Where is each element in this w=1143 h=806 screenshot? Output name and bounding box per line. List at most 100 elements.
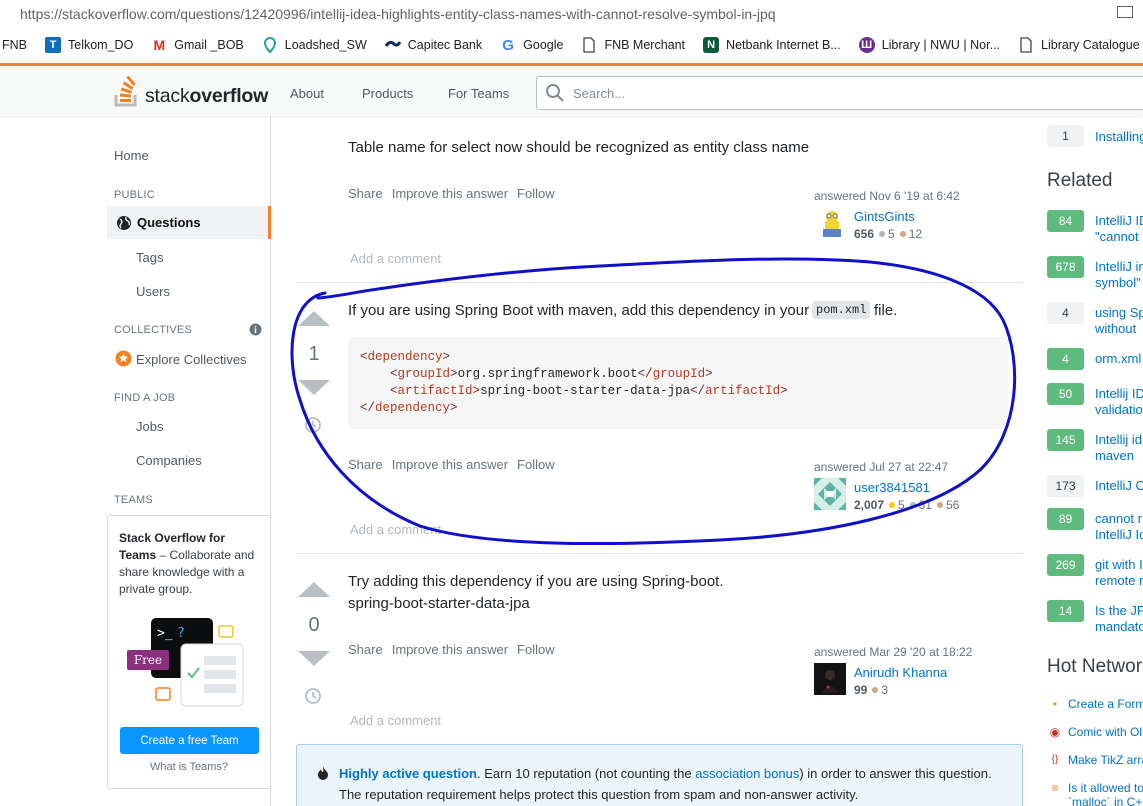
nav-about[interactable]: About (290, 86, 324, 101)
bookmark-netbank[interactable]: N Netbank Internet B... (703, 37, 841, 53)
upvote-button[interactable] (298, 582, 330, 597)
history-icon[interactable] (304, 687, 322, 705)
search-input[interactable]: Search... (536, 76, 1143, 110)
user-reputation: 2,007 5 31 56 (854, 498, 960, 512)
downvote-button[interactable] (298, 380, 330, 395)
nav-products[interactable]: Products (362, 86, 413, 101)
related-question-link[interactable]: using Sp without (1095, 305, 1143, 337)
related-question-link[interactable]: git with Iremote r (1095, 557, 1143, 589)
stack-logo-icon (114, 76, 137, 107)
sidebar-heading-collectives: COLLECTIVES (114, 324, 193, 336)
hot-question-link[interactable]: Comic with Ol (1068, 725, 1142, 739)
share-link[interactable]: Share (348, 186, 383, 201)
bookmark-gmail[interactable]: M Gmail _BOB (151, 37, 243, 53)
improve-answer-link[interactable]: Improve this answer (392, 186, 508, 201)
upvote-button[interactable] (298, 311, 330, 326)
related-score: 269 (1047, 554, 1084, 576)
related-question-link[interactable]: Intellij id maven (1095, 432, 1142, 464)
hot-question-link[interactable]: Make TikZ arra (1068, 753, 1143, 767)
follow-link[interactable]: Follow (517, 186, 555, 201)
url-text[interactable]: https://stackoverflow.com/questions/1242… (20, 6, 776, 22)
sidebar-item-tags[interactable]: Tags (136, 250, 163, 265)
sidebar-item-home[interactable]: Home (114, 148, 149, 163)
sidebar-item-jobs[interactable]: Jobs (136, 419, 163, 434)
notice-title-link[interactable]: Highly active question (339, 766, 477, 781)
bookmark-fnb-merchant[interactable]: FNB Merchant (581, 37, 685, 53)
add-comment-link[interactable]: Add a comment (350, 713, 441, 728)
related-question-link[interactable]: IntelliJ in symbol" (1095, 259, 1143, 291)
related-question-link[interactable]: Intellij ID validatio (1095, 386, 1143, 418)
answered-timestamp: answered Mar 29 '20 at 18:22 (814, 645, 973, 659)
add-comment-link[interactable]: Add a comment (350, 522, 441, 537)
sidebar-item-explore-collectives[interactable]: Explore Collectives (136, 352, 247, 367)
avatar[interactable] (818, 207, 846, 239)
linked-question-link[interactable]: Installing (1095, 129, 1143, 145)
bookmark-label: Library | NWU | Nor... (881, 38, 1001, 52)
improve-answer-link[interactable]: Improve this answer (392, 457, 508, 472)
bookmark-telkom[interactable]: T Telkom_DO (45, 37, 133, 53)
history-icon[interactable] (304, 416, 322, 434)
avatar[interactable] (814, 663, 846, 695)
improve-answer-link[interactable]: Improve this answer (392, 642, 508, 657)
related-question-link[interactable]: cannot r IntelliJ Ic (1095, 511, 1143, 543)
site-icon: {} (1051, 754, 1059, 765)
info-icon[interactable] (249, 323, 262, 336)
hot-question-link[interactable]: Is it allowed to `malloc` in C+ (1068, 781, 1143, 806)
related-question-link[interactable]: IntelliJ Ca (1095, 478, 1143, 494)
bookmark-label: FNB (2, 38, 27, 52)
hot-question-link[interactable]: Create a Form (1068, 697, 1143, 711)
user-name-link[interactable]: GintsGints (854, 209, 915, 224)
search-placeholder: Search... (573, 85, 626, 101)
free-badge: Free (127, 650, 169, 670)
related-score: 4 (1047, 302, 1084, 324)
bookmark-capitec[interactable]: Capitec Bank (384, 37, 483, 53)
follow-link[interactable]: Follow (517, 642, 555, 657)
answer-divider (296, 553, 1023, 554)
globe-icon (117, 215, 131, 230)
related-score: 84 (1047, 210, 1084, 232)
share-link[interactable]: Share (348, 457, 383, 472)
sidebar-item-companies[interactable]: Companies (136, 453, 202, 468)
bookmark-library-nwu[interactable]: Ш Library | NWU | Nor... (858, 37, 1001, 53)
bookmark-label: Library Catalogue o... (1041, 38, 1143, 52)
sidebar-item-questions[interactable]: Questions (107, 206, 271, 239)
related-score: 678 (1047, 256, 1084, 278)
create-free-team-button[interactable]: Create a free Team (120, 727, 259, 754)
nav-for-teams[interactable]: For Teams (448, 86, 509, 101)
browser-url-bar[interactable]: https://stackoverflow.com/questions/1242… (0, 0, 1143, 28)
bookmark-label: Capitec Bank (407, 38, 483, 52)
bookmark-loadshed[interactable]: Loadshed_SW (262, 37, 367, 53)
svg-text:>_: >_ (157, 626, 173, 641)
sidebar-item-users[interactable]: Users (136, 284, 170, 299)
protected-question-notice: Highly active question. Earn 10 reputati… (296, 744, 1023, 806)
notice-line1: Highly active question. Earn 10 reputati… (339, 766, 992, 781)
what-is-teams-link[interactable]: What is Teams? (108, 761, 270, 773)
sidebar-item-label: Questions (137, 215, 201, 230)
post-menu: Share Improve this answer Follow (348, 186, 555, 201)
code-block: <dependency> <groupId>org.springframewor… (348, 337, 1008, 429)
window-restore-icon[interactable] (1117, 6, 1133, 18)
related-question-link[interactable]: Is the JPAmandato (1095, 603, 1143, 635)
answer-body: Table name for select now should be reco… (348, 139, 810, 156)
user-reputation: 656 5 12 (854, 227, 923, 241)
user-name-link[interactable]: Anirudh Khanna (854, 665, 947, 680)
related-score: 173 (1047, 475, 1084, 497)
downvote-button[interactable] (298, 651, 330, 666)
user-name-link[interactable]: user3841581 (854, 480, 930, 495)
stackoverflow-logo[interactable]: stackoverflow (113, 74, 268, 108)
bookmark-library-catalogue[interactable]: Library Catalogue o... (1018, 37, 1143, 53)
share-link[interactable]: Share (348, 642, 383, 657)
avatar[interactable] (814, 478, 846, 510)
teams-promo-box: Stack Overflow for Teams – Collaborate a… (107, 515, 271, 789)
answer-body-intro: If you are using Spring Boot with maven,… (348, 302, 810, 319)
nedbank-icon: N (703, 37, 720, 53)
related-question-link[interactable]: IntelliJ ID"cannot (1095, 213, 1143, 245)
follow-link[interactable]: Follow (517, 457, 555, 472)
related-question-link[interactable]: orm.xml (1095, 351, 1141, 367)
site-icon: ◉ (1049, 725, 1061, 739)
bookmark-google[interactable]: G Google (500, 37, 563, 54)
add-comment-link[interactable]: Add a comment (350, 251, 441, 266)
association-bonus-link[interactable]: association bonus (695, 766, 799, 781)
svg-text:?: ? (177, 626, 185, 641)
bookmark-fnb[interactable]: FNB (2, 38, 27, 52)
